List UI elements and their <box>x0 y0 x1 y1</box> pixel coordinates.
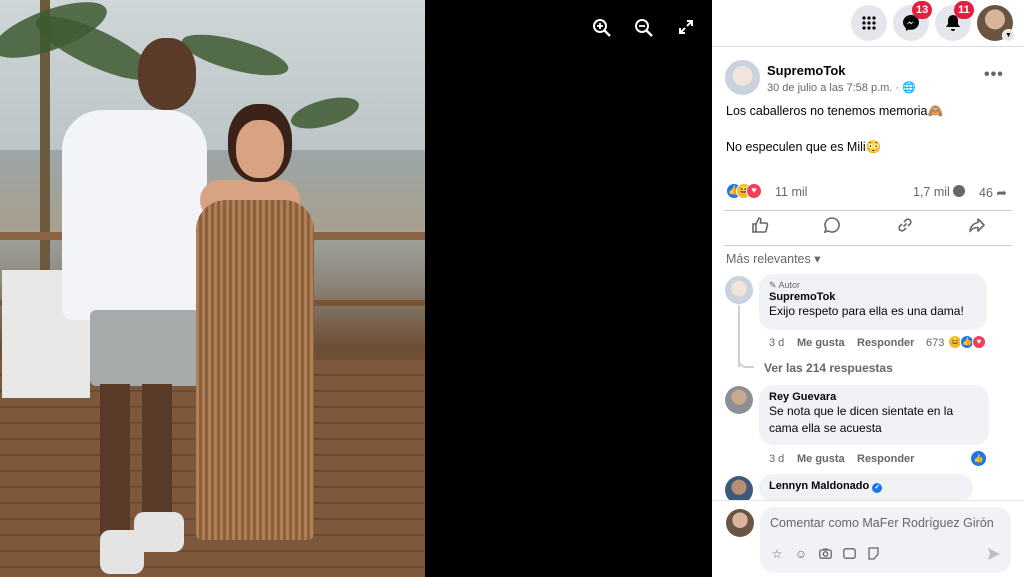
sticker-icon[interactable] <box>864 545 882 563</box>
composer-avatar[interactable] <box>726 509 754 537</box>
comments-count[interactable]: 1,7 mil <box>913 185 966 199</box>
notifications-badge: 11 <box>954 1 974 19</box>
divider <box>724 210 1012 211</box>
share-arrow-icon: ➦ <box>996 186 1007 200</box>
reactions-count[interactable]: 11 mil <box>775 185 807 199</box>
top-bar: 13 11 ▼ <box>712 0 1024 46</box>
comment-input[interactable]: Comentar como MaFer Rodríguez Girón ☆ ☺ <box>760 507 1011 573</box>
photo-leaf <box>287 91 363 135</box>
messenger-button[interactable]: 13 <box>893 1 933 41</box>
shares-count[interactable]: 46 ➦ <box>979 185 1007 200</box>
post-photo[interactable] <box>0 0 425 577</box>
divider <box>724 245 1012 246</box>
post-panel: 13 11 ▼ SupremoTok 30 de julio a las 7:5… <box>712 0 1024 577</box>
commenter-avatar[interactable] <box>725 386 753 414</box>
photo-shoe <box>134 512 184 552</box>
comment-bubble: Rey Guevara Se nota que le dicen sientat… <box>759 385 989 445</box>
love-reaction-icon: ♥ <box>746 183 762 199</box>
like-icon[interactable] <box>748 216 772 240</box>
like-reaction-icon[interactable]: 👍 <box>971 451 986 466</box>
shares-count-value: 46 <box>979 186 993 200</box>
grid-menu-icon[interactable] <box>851 5 887 41</box>
comment-reply-button[interactable]: Responder <box>857 453 914 465</box>
comment-bubble: ✎ Autor SupremoTok Exijo respeto para el… <box>759 274 987 330</box>
comment-author[interactable]: SupremoTok <box>769 291 977 303</box>
post-timestamp[interactable]: 30 de julio a las 7:58 p.m. · 🌐 <box>767 81 916 94</box>
comment-reply-button[interactable]: Responder <box>857 337 914 349</box>
comment-composer: Comentar como MaFer Rodríguez Girón ☆ ☺ <box>712 500 1024 577</box>
photo-viewer <box>0 0 712 577</box>
commenter-avatar[interactable] <box>725 276 753 304</box>
verified-badge-icon: ✓ <box>872 483 883 493</box>
comment-author[interactable]: Lennyn Maldonado ✓ <box>769 480 963 493</box>
comment-icon[interactable] <box>820 216 844 240</box>
share-icon[interactable] <box>965 216 989 240</box>
reply-connector <box>738 354 754 368</box>
gif-icon[interactable] <box>840 545 858 563</box>
comment-bubble-icon <box>953 185 966 197</box>
post-text-line: No especulen que es Mili😳 <box>726 140 882 154</box>
messenger-badge: 13 <box>912 1 933 19</box>
messenger-icon <box>902 15 920 36</box>
more-options-icon[interactable]: ••• <box>984 66 1004 84</box>
photo-woman-face <box>236 120 284 178</box>
photo-woman-dress <box>196 200 314 540</box>
chevron-down-icon[interactable]: ▼ <box>1002 29 1015 42</box>
love-reaction-icon: ♥ <box>972 335 986 349</box>
comment-text: Se nota que le dicen sientate en la cama… <box>769 404 954 435</box>
view-replies-link[interactable]: Ver las 214 respuestas <box>764 361 893 375</box>
comment-like-button[interactable]: Me gusta <box>797 453 845 465</box>
comment-text: Exijo respeto para ella es una dama! <box>769 304 964 318</box>
comment-author-name: Lennyn Maldonado <box>769 480 870 492</box>
emoji-icon[interactable]: ☺ <box>792 545 810 563</box>
photo-man-leg <box>142 384 172 524</box>
photo-man-leg <box>100 384 130 534</box>
divider <box>712 46 1024 47</box>
camera-icon[interactable] <box>816 545 834 563</box>
post-author[interactable]: SupremoTok <box>767 63 846 78</box>
photo-man <box>62 110 207 320</box>
comment-input-placeholder: Comentar como MaFer Rodríguez Girón <box>770 516 994 530</box>
bell-icon <box>945 15 961 36</box>
comment-time[interactable]: 3 d <box>769 337 784 349</box>
author-tag: ✎ Autor <box>769 280 801 290</box>
zoom-in-icon[interactable] <box>591 18 613 40</box>
comment-sort-dropdown[interactable]: Más relevantes ▾ <box>726 251 821 266</box>
comment-bubble: Lennyn Maldonado ✓ <box>759 474 973 502</box>
avatar-sticker-icon[interactable]: ☆ <box>768 545 786 563</box>
fullscreen-icon[interactable] <box>675 18 697 40</box>
comment-time[interactable]: 3 d <box>769 453 784 465</box>
send-link-icon[interactable] <box>893 216 917 240</box>
zoom-out-icon[interactable] <box>633 18 655 40</box>
send-comment-icon[interactable] <box>985 545 1003 563</box>
author-avatar[interactable] <box>725 60 760 95</box>
post-text-line: Los caballeros no tenemos memoria🙈 <box>726 104 944 118</box>
notifications-button[interactable]: 11 <box>935 1 974 41</box>
photo-man-head <box>138 38 196 110</box>
photo-man-shorts <box>90 310 200 386</box>
comments-count-value: 1,7 mil <box>913 185 950 199</box>
comment-like-button[interactable]: Me gusta <box>797 337 845 349</box>
comment-author[interactable]: Rey Guevara <box>769 391 979 403</box>
comment-reaction-count[interactable]: 673 <box>926 337 944 349</box>
